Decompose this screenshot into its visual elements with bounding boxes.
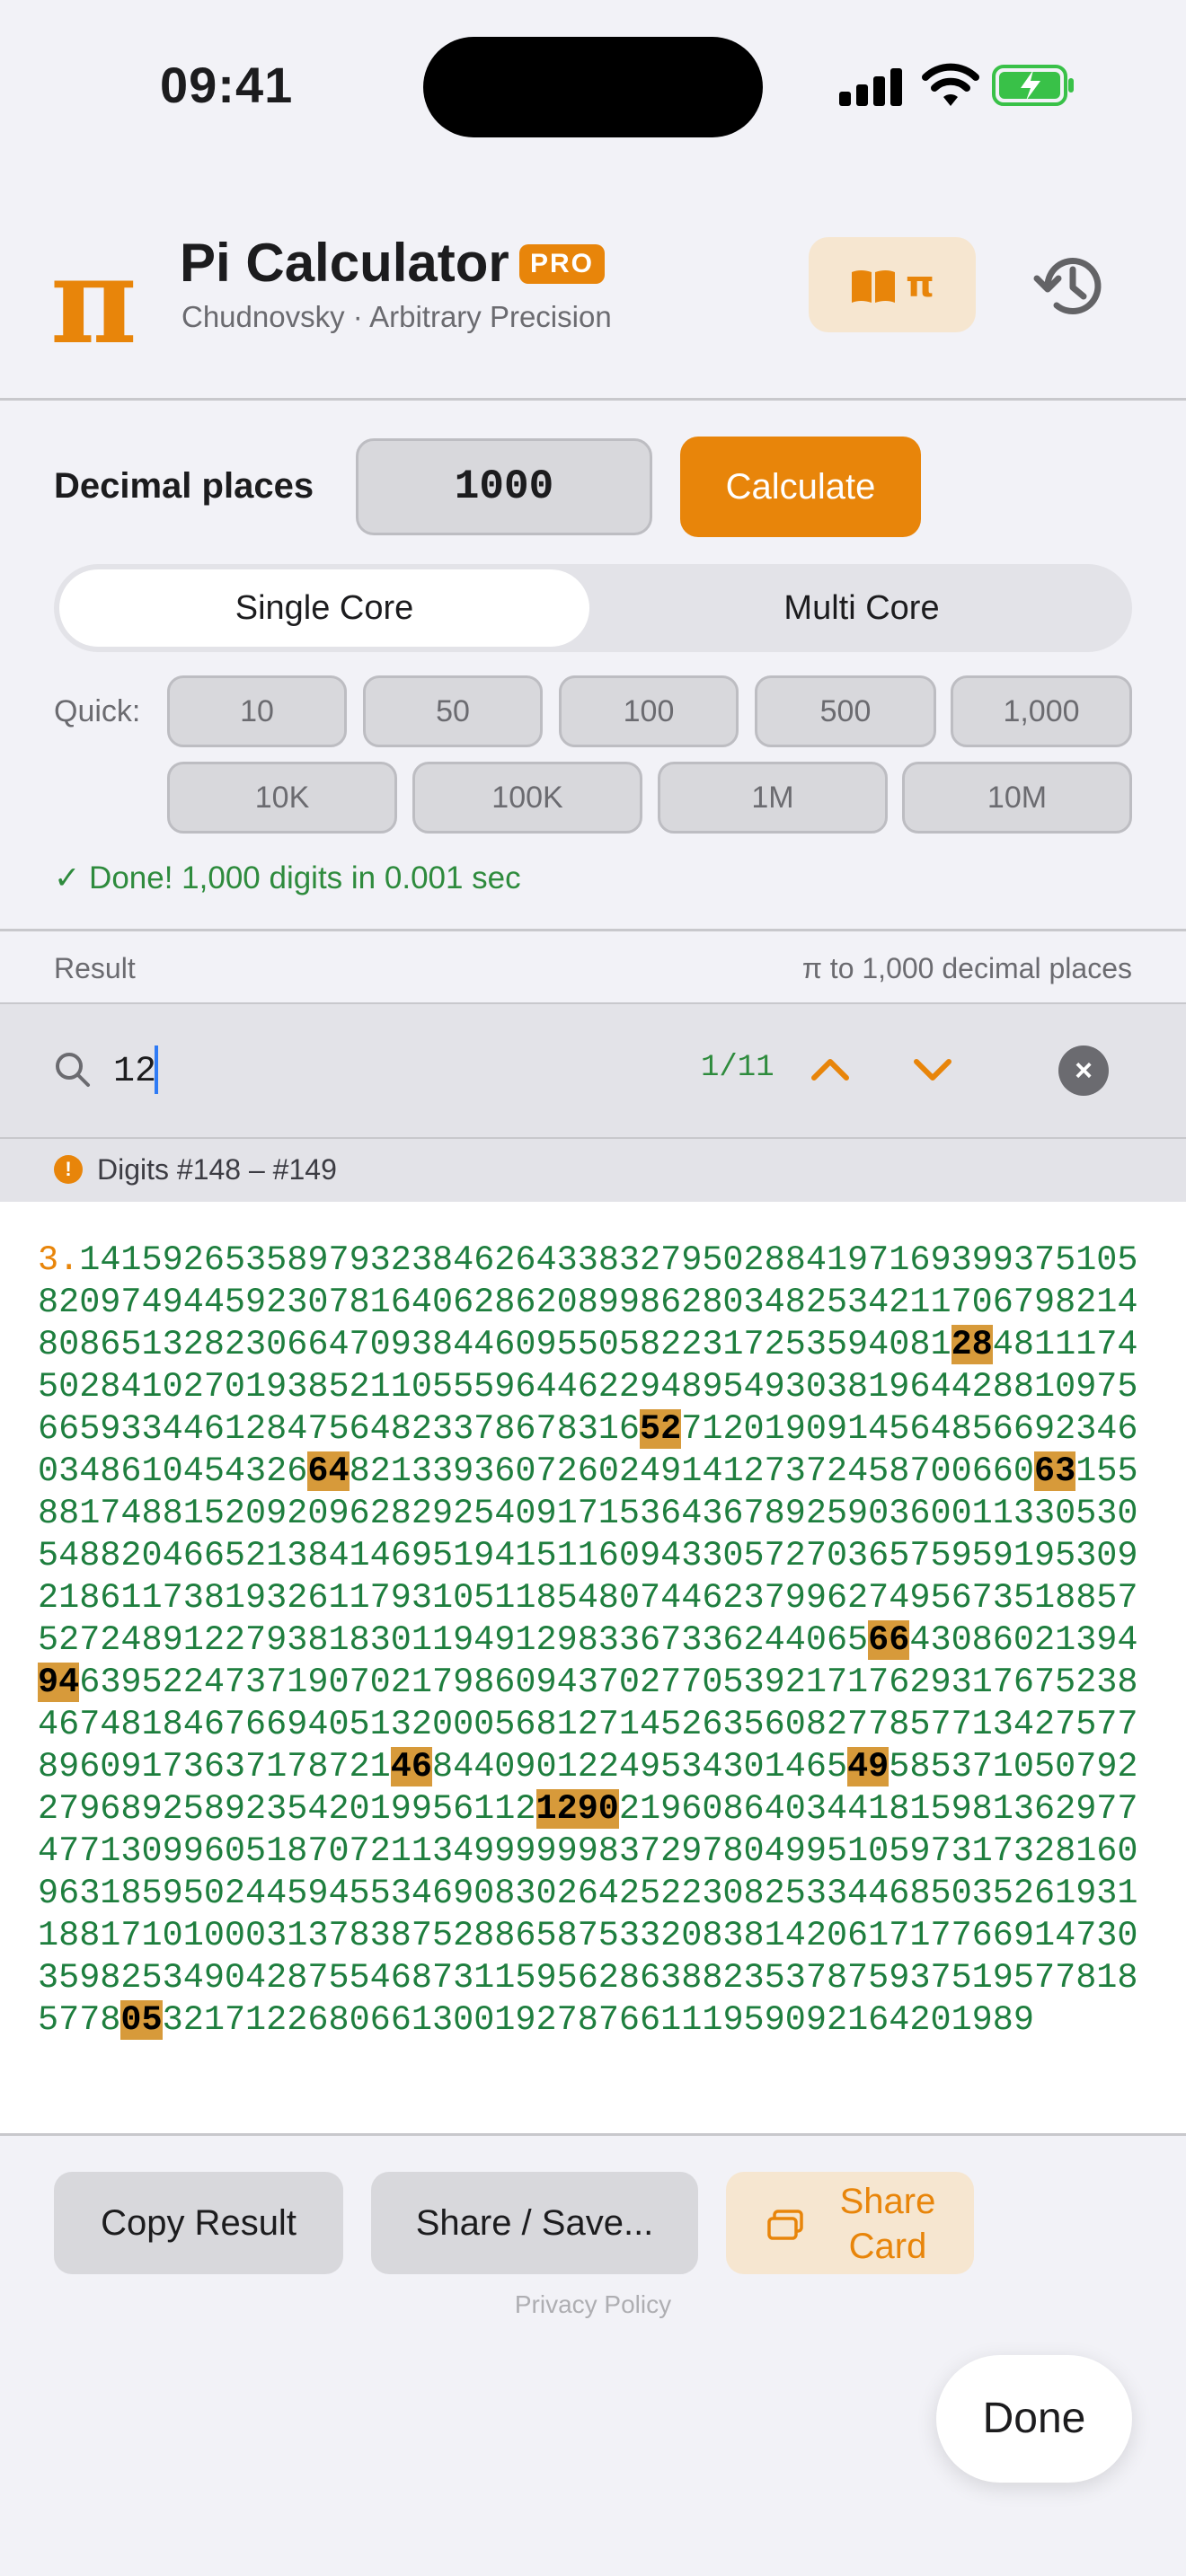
decimal-places-input[interactable]: 1000 (356, 438, 652, 535)
status-bar: 09:41 (0, 0, 1186, 171)
book-button-label: π (906, 264, 934, 305)
copy-result-button[interactable]: Copy Result (54, 2172, 343, 2274)
info-icon: ! (54, 1155, 83, 1184)
search-match-highlight: 49 (847, 1747, 890, 1786)
book-icon (852, 270, 896, 303)
divider (0, 929, 1186, 931)
pi-logo-icon: π (50, 232, 137, 371)
status-time: 09:41 (160, 57, 294, 113)
clear-search-icon[interactable]: × (1058, 1045, 1109, 1096)
search-match-highlight: 94 (38, 1663, 80, 1702)
search-match-highlight: 63 (1034, 1451, 1076, 1491)
decimal-places-label: Decimal places (54, 466, 314, 506)
app-subtitle: Chudnovsky · Arbitrary Precision (181, 300, 612, 333)
quick-chip-10k[interactable]: 10K (167, 762, 397, 834)
quick-chip-100k[interactable]: 100K (412, 762, 642, 834)
segment-multi-core[interactable]: Multi Core (597, 569, 1127, 647)
done-status-message: ✓ Done! 1,000 digits in 0.001 sec (54, 860, 521, 895)
quick-chip-500[interactable]: 500 (755, 675, 936, 747)
quick-chip-10m[interactable]: 10M (902, 762, 1132, 834)
search-match-highlight: 1290 (535, 1789, 619, 1829)
app-header: π Pi Calculator PRO Chudnovsky · Arbitra… (0, 207, 1186, 401)
pi-book-button[interactable]: π (809, 237, 976, 332)
search-match-highlight: 05 (120, 2000, 163, 2040)
search-match-highlight: 52 (640, 1409, 682, 1449)
quick-chip-1m[interactable]: 1M (658, 762, 888, 834)
search-match-highlight: 28 (951, 1325, 993, 1364)
done-button[interactable]: Done (936, 2355, 1132, 2483)
cards-icon (767, 2210, 803, 2240)
chevron-up-icon[interactable] (807, 1042, 854, 1096)
result-label: Result (54, 952, 136, 984)
segment-single-core[interactable]: Single Core (59, 569, 589, 647)
battery-charging-icon (992, 65, 1074, 106)
match-position-text: Digits #148 – #149 (97, 1153, 337, 1186)
search-input[interactable] (113, 1042, 562, 1101)
pi-leading-digit: 3. (38, 1240, 80, 1280)
quick-chip-1000[interactable]: 1,000 (951, 675, 1132, 747)
quick-chip-10[interactable]: 10 (167, 675, 347, 747)
history-icon[interactable] (1033, 248, 1109, 323)
quick-label: Quick: (54, 694, 141, 728)
pi-digit-run: 43086021394 (909, 1620, 1138, 1660)
pro-badge: PRO (519, 244, 606, 284)
search-icon (56, 1053, 90, 1087)
wifi-icon (922, 63, 979, 106)
quick-chip-50[interactable]: 50 (363, 675, 543, 747)
match-position-bar: ! Digits #148 – #149 (0, 1139, 1186, 1202)
search-match-highlight: 46 (390, 1747, 432, 1786)
match-count: 1/11 (701, 1051, 774, 1085)
share-card-label: Share Card (839, 2182, 936, 2266)
chevron-down-icon[interactable] (909, 1042, 956, 1096)
dynamic-island (423, 37, 763, 137)
search-match-highlight: 66 (868, 1620, 910, 1660)
text-caret (155, 1045, 158, 1094)
core-mode-segmented-control: Single Core Multi Core (54, 564, 1132, 652)
pi-digit-run: 3217122680661300192787661119590921642019… (162, 2000, 1034, 2040)
share-card-button[interactable]: Share Card (726, 2172, 974, 2274)
quick-chip-100[interactable]: 100 (559, 675, 739, 747)
result-panel: 3.14159265358979323846264338327950288419… (0, 1202, 1186, 2136)
cellular-signal-icon (839, 66, 904, 106)
pi-digit-run: 821339360726024914127372458700660 (349, 1451, 1035, 1491)
calculate-button[interactable]: Calculate (680, 437, 921, 537)
search-bar: 1/11 × (0, 1002, 1186, 1139)
app-title: Pi Calculator (180, 233, 509, 293)
result-range: π to 1,000 decimal places (801, 952, 1132, 984)
share-save-button[interactable]: Share / Save... (371, 2172, 698, 2274)
privacy-policy-link[interactable]: Privacy Policy (0, 2290, 1186, 2319)
pi-decimals: 1415926535897932384626433832795028841971… (38, 1240, 1138, 2040)
pi-digits[interactable]: 3.14159265358979323846264338327950288419… (38, 1239, 1152, 2042)
pi-digit-run: 84409012249534301465 (431, 1747, 848, 1786)
search-match-highlight: 64 (307, 1451, 350, 1491)
